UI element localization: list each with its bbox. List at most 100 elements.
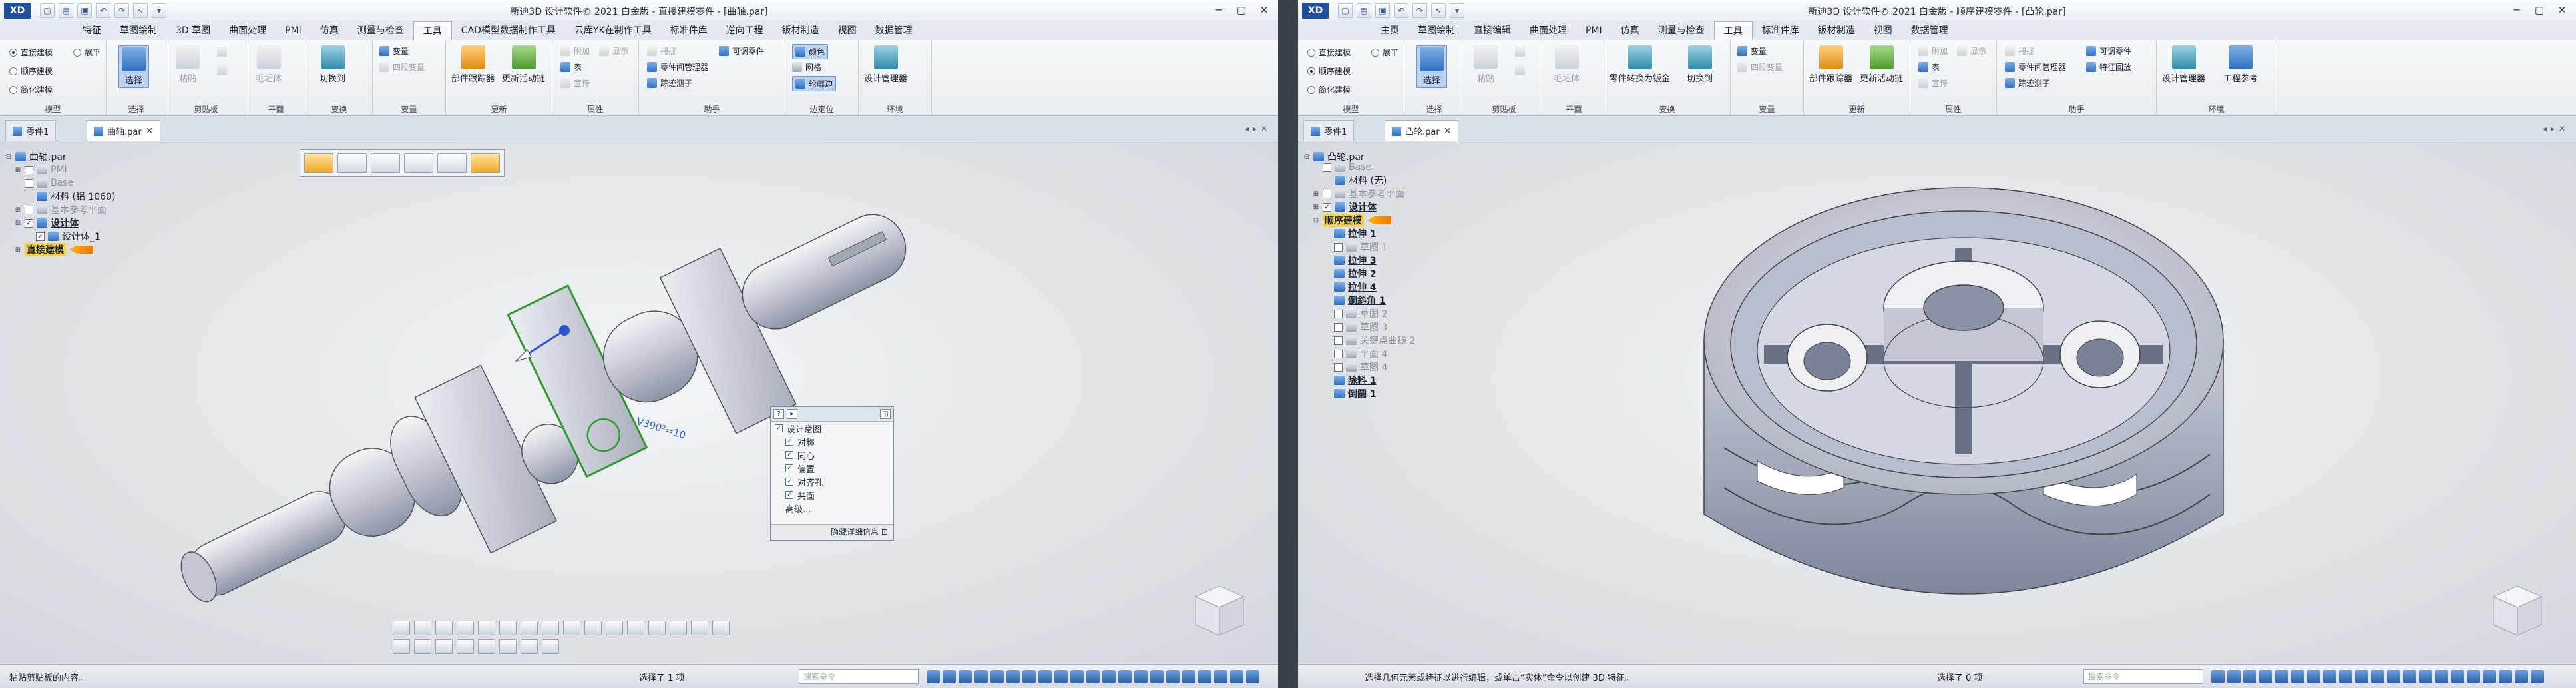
- cut-button[interactable]: [217, 47, 227, 57]
- checkbox-icon[interactable]: [25, 178, 33, 188]
- slider-icon[interactable]: [1214, 670, 1227, 683]
- close-icon[interactable]: ✕: [1254, 3, 1274, 17]
- checkbox-icon[interactable]: ✓: [25, 218, 33, 228]
- publish-button[interactable]: 宣传: [1918, 77, 1948, 89]
- doc-tab-crankshaft[interactable]: 曲轴.par ✕: [87, 120, 161, 141]
- fit-icon[interactable]: [2227, 670, 2241, 683]
- slider-icon[interactable]: [1198, 670, 1211, 683]
- smart-variables-button[interactable]: 四段变量: [379, 61, 425, 73]
- slider-icon[interactable]: [2371, 670, 2384, 683]
- expand-icon[interactable]: ⊞: [1313, 190, 1319, 198]
- switch-to-button[interactable]: 切换到: [320, 45, 345, 84]
- update-links-button[interactable]: 更新活动链: [502, 45, 545, 84]
- tree-node[interactable]: ⊞ 基本参考平面: [1313, 188, 1404, 200]
- expand-panel-icon[interactable]: ▸: [787, 409, 797, 419]
- mode-direct[interactable]: 直接建模: [9, 47, 53, 58]
- tab-direct-edit[interactable]: 直接编辑: [1464, 21, 1520, 40]
- move-face-icon[interactable]: [304, 153, 333, 173]
- tab-home[interactable]: 主页: [1371, 21, 1408, 40]
- cmd-icon[interactable]: [435, 639, 453, 654]
- tab-std-parts[interactable]: 标准件库: [661, 21, 717, 40]
- cmd-icon[interactable]: [499, 621, 517, 635]
- align-icon[interactable]: [471, 153, 500, 173]
- cmd-icon[interactable]: [478, 621, 495, 635]
- cmd-icon[interactable]: [563, 621, 580, 635]
- tab-std-parts[interactable]: 标准件库: [1753, 21, 1809, 40]
- tree-feature[interactable]: 草图 1: [1334, 241, 1387, 253]
- checkbox-icon[interactable]: ✓: [36, 232, 45, 241]
- tab-sketch[interactable]: 草图绘制: [1408, 21, 1464, 40]
- checkbox-icon[interactable]: ✓: [1323, 202, 1331, 212]
- slider-icon[interactable]: [1150, 670, 1164, 683]
- tab-cad-data[interactable]: CAD模型数据制作工具: [452, 21, 565, 40]
- slider-icon[interactable]: [1230, 670, 1243, 683]
- close-tab-icon[interactable]: ✕: [146, 126, 154, 137]
- hide-details-button[interactable]: 隐藏详细信息 ⊡: [771, 524, 893, 540]
- publish-button[interactable]: 宣传: [560, 77, 590, 89]
- slider-icon[interactable]: [1118, 670, 1132, 683]
- fit-icon[interactable]: [943, 670, 956, 683]
- show-button[interactable]: 显示: [599, 45, 628, 57]
- blank-body-button[interactable]: 毛坯体: [1554, 45, 1580, 84]
- paste-button[interactable]: 粘贴: [176, 45, 200, 84]
- snap-button[interactable]: 捕捉: [647, 45, 676, 57]
- checkbox-icon[interactable]: ✓: [775, 424, 783, 432]
- checkbox-icon[interactable]: [1334, 242, 1343, 252]
- cmd-icon[interactable]: [648, 621, 666, 635]
- tab-sheetmetal[interactable]: 钣材制造: [773, 21, 829, 40]
- tab-sheetmetal[interactable]: 钣材制造: [1809, 21, 1864, 40]
- tree-node[interactable]: 材料 (无): [1313, 174, 1387, 186]
- trace-button[interactable]: 踪迹测子: [2005, 77, 2050, 89]
- tree-feature[interactable]: 拉伸 4: [1334, 281, 1377, 293]
- command-search-input[interactable]: 搜索命令: [799, 669, 919, 684]
- slider-icon[interactable]: [2435, 670, 2448, 683]
- views-icon[interactable]: [2291, 670, 2304, 683]
- attach-button[interactable]: 附加: [560, 45, 590, 57]
- cmd-icon[interactable]: [393, 621, 410, 635]
- convert-sheetmetal-button[interactable]: 零件转换为钣金: [1610, 45, 1670, 84]
- mode-ordered[interactable]: 顺序建模: [1307, 65, 1351, 77]
- flat-toggle[interactable]: 展平: [73, 47, 101, 58]
- adjustable-part-button[interactable]: 可调零件: [719, 45, 764, 57]
- symmetric-option[interactable]: ✓ 对称: [771, 435, 893, 448]
- mode-ordered[interactable]: 顺序建模: [9, 65, 53, 77]
- doc-tab-part1[interactable]: 零件1: [5, 120, 57, 141]
- part-tracker-button[interactable]: 部件跟踪器: [451, 45, 495, 84]
- select-button[interactable]: 选择: [118, 45, 149, 88]
- pan-icon[interactable]: [2259, 670, 2272, 683]
- checkbox-icon[interactable]: [25, 205, 33, 214]
- checkbox-icon[interactable]: ✓: [785, 491, 793, 499]
- maximize-icon[interactable]: ▢: [1231, 3, 1251, 17]
- tree-feature[interactable]: 平面 4: [1334, 348, 1387, 360]
- cmd-icon[interactable]: [606, 621, 623, 635]
- variables-button[interactable]: 变量: [379, 45, 409, 57]
- expand-icon[interactable]: ⊞: [15, 246, 21, 254]
- trace-button[interactable]: 踪迹测子: [647, 77, 692, 89]
- slider-icon[interactable]: [1182, 670, 1195, 683]
- view-cube[interactable]: [2489, 581, 2545, 641]
- views-icon[interactable]: [1006, 670, 1020, 683]
- slider-icon[interactable]: [1070, 670, 1084, 683]
- cmd-icon[interactable]: [435, 621, 453, 635]
- slider-icon[interactable]: [2403, 670, 2416, 683]
- mesh-button[interactable]: 网格: [792, 61, 821, 73]
- tree-feature[interactable]: 除料 1: [1334, 374, 1377, 386]
- silhouette-button[interactable]: 轮廓边: [792, 76, 837, 91]
- doc-tab-cam[interactable]: 凸轮.par ✕: [1385, 120, 1459, 141]
- tab-sketch[interactable]: 草图绘制: [110, 21, 166, 40]
- tree-feature[interactable]: 草图 2: [1334, 308, 1387, 320]
- handle-dot-icon[interactable]: [559, 325, 570, 336]
- expand-icon[interactable]: ⊞: [1313, 204, 1319, 211]
- tree-feature[interactable]: 草图 3: [1334, 321, 1387, 333]
- tab-surfacing[interactable]: 曲面处理: [220, 21, 276, 40]
- tab-view[interactable]: 视图: [829, 21, 866, 40]
- collapse-icon[interactable]: ⊟: [15, 220, 21, 227]
- slider-icon[interactable]: [2355, 670, 2368, 683]
- cmd-icon[interactable]: [521, 639, 538, 654]
- checkbox-icon[interactable]: [1334, 309, 1343, 318]
- slider-icon[interactable]: [1134, 670, 1148, 683]
- tree-node-direct-modeling[interactable]: ⊞ 直接建模: [15, 243, 93, 256]
- command-search-input[interactable]: 搜索命令: [2083, 669, 2203, 684]
- slider-icon[interactable]: [1102, 670, 1116, 683]
- collapse-icon[interactable]: ⊟: [1313, 217, 1319, 224]
